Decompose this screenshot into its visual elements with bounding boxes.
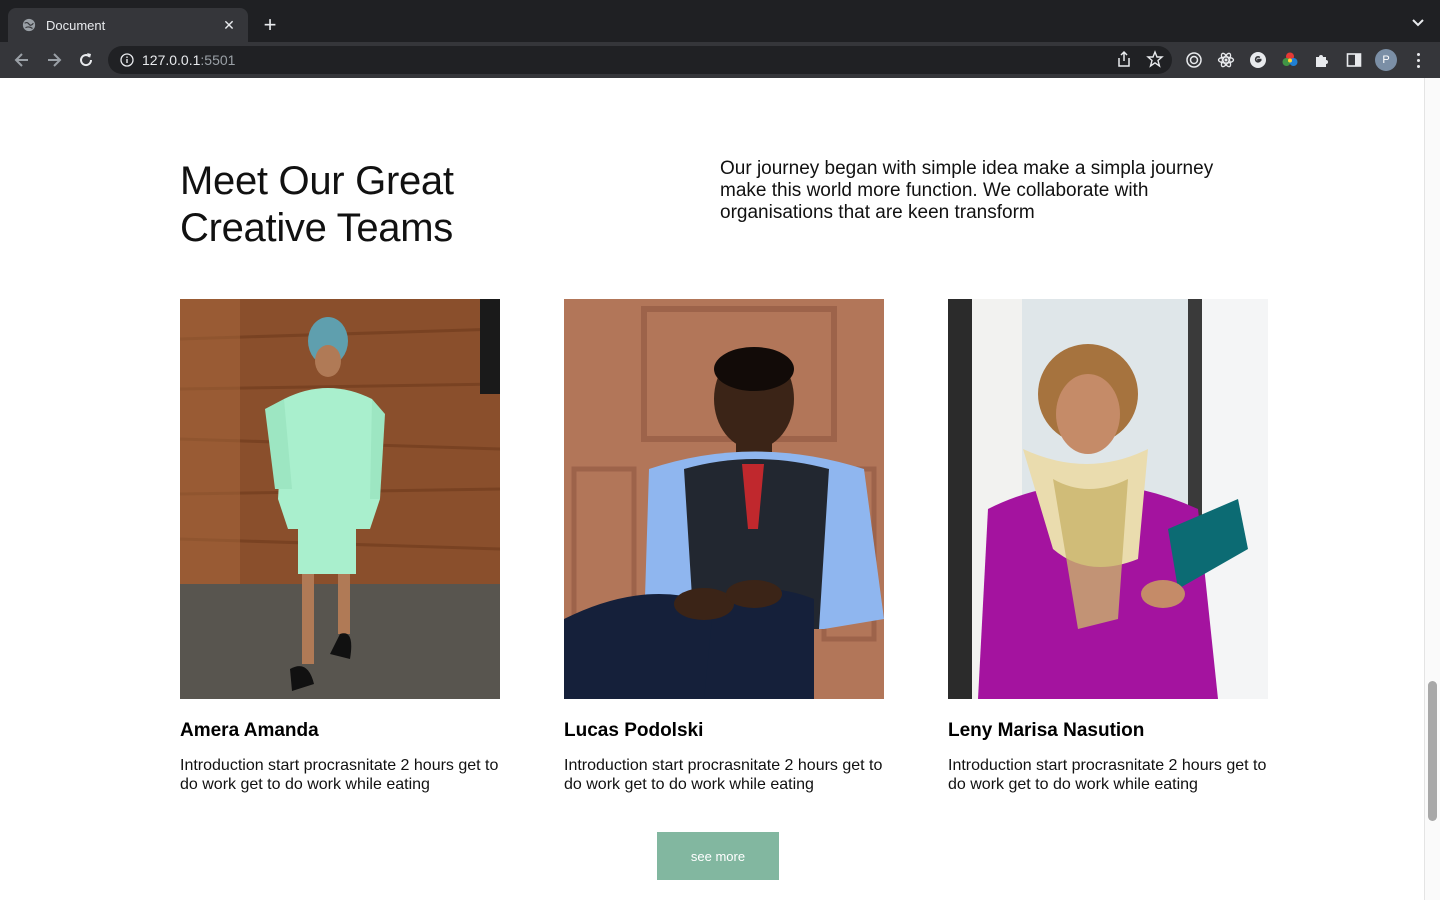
team-card: Amera Amanda Introduction start procrasn… — [180, 299, 500, 794]
scrollbar-thumb[interactable] — [1428, 681, 1437, 821]
address-bar[interactable]: 127.0.0.1:5501 — [108, 46, 1172, 74]
url-host: 127.0.0.1 — [142, 52, 201, 68]
team-member-photo — [180, 299, 500, 699]
extension-google-icon[interactable] — [1248, 50, 1268, 70]
back-button[interactable] — [10, 48, 34, 72]
team-member-name: Lucas Podolski — [564, 720, 704, 741]
url-port: :5501 — [200, 52, 236, 68]
team-member-description: Introduction start procrasnitate 2 hours… — [948, 757, 1267, 793]
section-title: Meet Our Great Creative Teams — [180, 158, 454, 252]
team-member-photo — [564, 299, 884, 699]
section-title-line-1: Meet Our Great — [180, 159, 454, 203]
browser-toolbar: 127.0.0.1:5501 P — [0, 42, 1440, 78]
profile-avatar[interactable]: P — [1375, 49, 1397, 71]
page-viewport: Meet Our Great Creative Teams Our journe… — [0, 78, 1424, 900]
close-tab-icon[interactable]: ✕ — [220, 16, 238, 34]
extension-react-icon[interactable] — [1216, 50, 1236, 70]
extension-color-picker-icon[interactable] — [1280, 50, 1300, 70]
browser-menu-icon[interactable] — [1410, 50, 1426, 70]
chevron-down-icon[interactable] — [1410, 14, 1426, 30]
bookmark-star-icon[interactable] — [1146, 50, 1164, 68]
team-card: Leny Marisa Nasution Introduction start … — [948, 299, 1268, 794]
team-member-photo — [948, 299, 1268, 699]
new-tab-button[interactable]: + — [258, 12, 282, 37]
team-member-name: Leny Marisa Nasution — [948, 720, 1145, 741]
reload-button[interactable] — [74, 48, 98, 72]
section-intro: Our journey began with simple idea make … — [720, 158, 1214, 223]
arrow-right-icon — [48, 53, 62, 67]
forward-button[interactable] — [42, 48, 66, 72]
see-more-button[interactable]: see more — [657, 832, 779, 880]
section-title-line-2: Creative Teams — [180, 206, 453, 250]
globe-icon — [22, 18, 36, 32]
browser-tab[interactable]: Document ✕ — [8, 8, 248, 42]
team-member-description: Introduction start procrasnitate 2 hours… — [180, 757, 499, 793]
reload-icon — [80, 53, 93, 67]
page-scrollbar[interactable] — [1424, 78, 1440, 900]
team-card: Lucas Podolski Introduction start procra… — [564, 299, 884, 794]
arrow-left-icon — [14, 53, 28, 67]
team-member-name: Amera Amanda — [180, 720, 319, 741]
extension-target-icon[interactable] — [1184, 50, 1204, 70]
share-icon[interactable] — [1116, 50, 1132, 68]
tab-title: Document — [46, 17, 106, 33]
team-member-description: Introduction start procrasnitate 2 hours… — [564, 757, 883, 793]
browser-tabstrip: Document ✕ + — [0, 0, 1440, 42]
side-panel-icon[interactable] — [1344, 50, 1364, 70]
info-icon[interactable] — [120, 53, 134, 67]
extensions-puzzle-icon[interactable] — [1312, 50, 1332, 70]
